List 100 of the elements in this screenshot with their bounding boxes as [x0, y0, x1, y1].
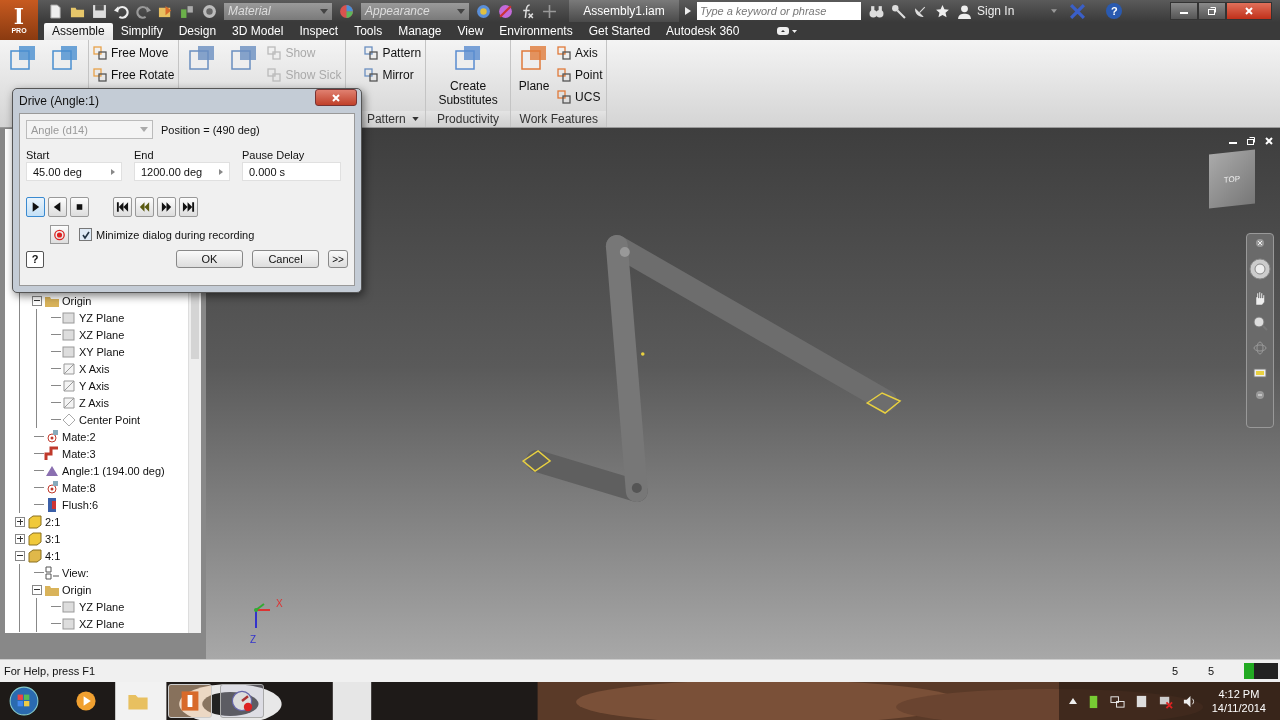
- playback-button[interactable]: [135, 197, 154, 217]
- tree-item[interactable]: Mate:2: [62, 430, 96, 443]
- ribbon-button[interactable]: Plane: [515, 43, 554, 111]
- help-button[interactable]: ?: [26, 250, 44, 268]
- input-field[interactable]: 0.000 s: [242, 162, 341, 181]
- ribbon-tab[interactable]: Inspect: [291, 23, 347, 40]
- key-icon[interactable]: [891, 3, 906, 19]
- ribbon-tab[interactable]: Design: [170, 23, 225, 40]
- cancel-button[interactable]: Cancel: [252, 250, 319, 268]
- checkbox-label[interactable]: Minimize dialog during recording: [96, 228, 255, 241]
- ribbon-tab[interactable]: Tools: [346, 23, 391, 40]
- color-wheel-icon[interactable]: [339, 3, 354, 19]
- clock-date[interactable]: 14/11/2014: [1211, 701, 1266, 715]
- ribbon-button[interactable]: Point: [557, 67, 603, 83]
- ribbon-button[interactable]: Mirror: [364, 67, 422, 83]
- panel-label[interactable]: Work Features: [511, 111, 607, 127]
- tree-item[interactable]: Flush:6: [62, 498, 99, 511]
- close-icon[interactable]: [331, 92, 341, 103]
- user-icon[interactable]: [957, 3, 972, 19]
- ribbon-tab[interactable]: Simplify: [112, 23, 171, 40]
- close-button[interactable]: [1226, 2, 1272, 20]
- ribbon-button[interactable]: UCS: [557, 89, 603, 105]
- expand-toggle[interactable]: [15, 516, 25, 527]
- close-icon[interactable]: [1255, 238, 1265, 248]
- ribbon-button[interactable]: Pattern: [364, 45, 422, 61]
- close-icon[interactable]: [1264, 136, 1274, 146]
- tree-item[interactable]: Mate:8: [62, 481, 96, 494]
- color-wheel-icon[interactable]: [498, 3, 513, 19]
- tree-item[interactable]: YZ Plane: [79, 600, 125, 613]
- ribbon-tab[interactable]: Autodesk 360: [658, 23, 748, 40]
- expand-toggle[interactable]: [15, 550, 25, 561]
- playback-button[interactable]: [48, 197, 67, 217]
- gear-icon[interactable]: [202, 3, 217, 19]
- ribbon-tab[interactable]: Assemble: [44, 23, 113, 40]
- tree-item[interactable]: YZ Plane: [79, 311, 125, 324]
- tree-item[interactable]: Mate:3: [62, 447, 96, 460]
- restore-button[interactable]: [1198, 2, 1226, 20]
- tree-item[interactable]: 2:1: [45, 515, 61, 528]
- ribbon-tab[interactable]: View: [449, 23, 492, 40]
- checkbox[interactable]: [79, 228, 92, 241]
- zoom-icon[interactable]: [1252, 315, 1268, 331]
- tree-item[interactable]: XZ Plane: [79, 328, 125, 341]
- tree-item[interactable]: Angle:1 (194.00 deg): [62, 464, 165, 477]
- panel-toggle-icon[interactable]: [777, 27, 798, 35]
- ribbon-button[interactable]: Free Rotate: [93, 67, 175, 83]
- steering-wheel-icon[interactable]: [1248, 257, 1272, 281]
- close-icon[interactable]: [1244, 6, 1254, 16]
- playback-button[interactable]: [113, 197, 132, 217]
- ribbon-button[interactable]: Free Move: [93, 45, 175, 61]
- function-icon[interactable]: [520, 3, 535, 19]
- tree-item[interactable]: Origin: [62, 583, 92, 596]
- expand-toggle[interactable]: [32, 584, 42, 595]
- undo-icon[interactable]: [114, 3, 129, 19]
- tree-item[interactable]: 3:1: [45, 532, 61, 545]
- redo-icon[interactable]: [136, 3, 151, 19]
- squares-icon[interactable]: [93, 46, 107, 60]
- playback-button[interactable]: [70, 197, 89, 217]
- tree-item[interactable]: 4:1: [45, 549, 61, 562]
- tree-item[interactable]: Center Point: [79, 413, 141, 426]
- ribbon-tab[interactable]: Get Started: [580, 23, 659, 40]
- help-button[interactable]: ?: [1106, 3, 1123, 19]
- tree-item[interactable]: XZ Plane: [79, 617, 125, 630]
- save-icon[interactable]: [92, 3, 107, 19]
- color-wheel-icon[interactable]: [476, 3, 491, 19]
- playback-button[interactable]: [26, 197, 45, 217]
- ribbon-button[interactable]: Axis: [557, 45, 603, 61]
- squares-icon[interactable]: [557, 68, 572, 82]
- panel-label[interactable]: Productivity: [426, 111, 511, 127]
- minimize-button[interactable]: [1170, 2, 1198, 20]
- start-icon[interactable]: [116, 201, 129, 213]
- squares-icon[interactable]: [93, 68, 107, 82]
- input-field[interactable]: 1200.00 deg: [134, 162, 230, 181]
- ribbon-tab[interactable]: 3D Model: [224, 23, 292, 40]
- ok-button[interactable]: OK: [176, 250, 243, 268]
- tree-item[interactable]: X Axis: [79, 362, 110, 375]
- select-icon[interactable]: [180, 3, 195, 19]
- input-field[interactable]: 45.00 deg: [26, 162, 122, 181]
- playback-button[interactable]: [157, 197, 176, 217]
- squares-icon[interactable]: [364, 68, 379, 82]
- panel-label[interactable]: Pattern: [360, 111, 426, 127]
- expand-toggle[interactable]: [15, 533, 25, 544]
- network-icon[interactable]: [1109, 693, 1125, 709]
- restore-icon[interactable]: [1207, 6, 1217, 16]
- look-at-icon[interactable]: [1252, 365, 1268, 381]
- star-icon[interactable]: [935, 3, 950, 19]
- tree-item[interactable]: XY Plane: [79, 345, 125, 358]
- squares-icon[interactable]: [557, 90, 572, 104]
- ribbon-tab[interactable]: Environments: [491, 23, 581, 40]
- ribbon-tab[interactable]: Manage: [390, 23, 450, 40]
- sign-in-link[interactable]: Sign In: [977, 4, 1015, 18]
- step-back-icon[interactable]: [138, 201, 151, 213]
- show-hidden-icons[interactable]: [1068, 698, 1077, 704]
- close-button[interactable]: [315, 89, 357, 106]
- tree-item[interactable]: Z Axis: [79, 396, 109, 409]
- playback-button[interactable]: [179, 197, 198, 217]
- step-forward-icon[interactable]: [160, 201, 173, 213]
- tree-item[interactable]: Origin: [62, 294, 92, 307]
- end-icon[interactable]: [182, 201, 195, 213]
- squares-icon[interactable]: [557, 46, 572, 60]
- restore-icon[interactable]: [1246, 136, 1256, 146]
